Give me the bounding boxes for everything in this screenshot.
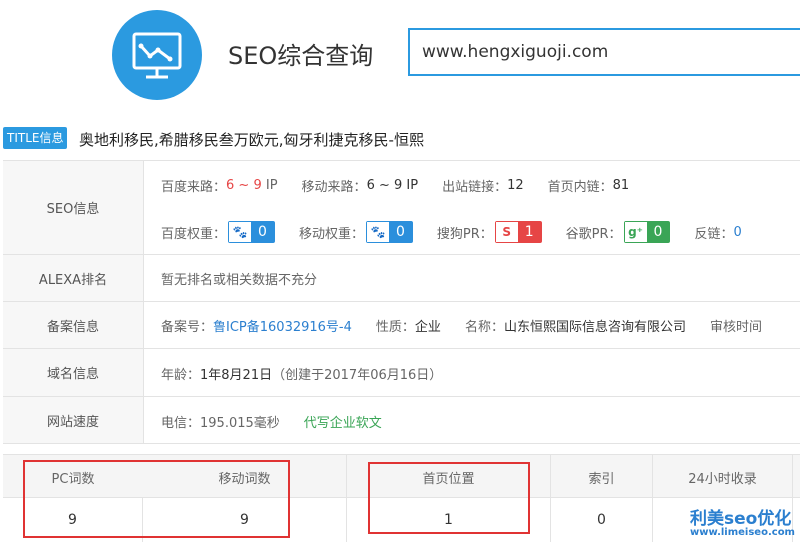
beian-nature-value: 企业 <box>414 319 441 335</box>
speed-line: 电信： 195.015毫秒 代写企业软文 <box>161 407 382 435</box>
paw-icon: 🐾 <box>366 222 389 242</box>
value-index: 0 <box>551 498 653 542</box>
telecom-label: 电信： <box>161 415 201 431</box>
telecom-value: 195.015毫秒 <box>200 415 280 431</box>
google-pr-label: 谷歌PR： <box>565 226 622 242</box>
alexa-row: ALEXA排名 暂无排名或相关数据不充分 <box>3 254 800 301</box>
search-input[interactable] <box>408 28 800 76</box>
domain-row: 域名信息 年龄： 1年8月21日 （创建于2017年06月16日） <box>3 348 800 396</box>
highlight-box-word-counts <box>23 460 290 538</box>
baidu-traffic-unit: IP <box>265 177 278 193</box>
domain-line: 年龄： 1年8月21日 （创建于2017年06月16日） <box>161 359 442 387</box>
sogou-pr-value: 1 <box>524 224 534 240</box>
beian-nature-label: 性质： <box>375 319 415 335</box>
beian-line: 备案号： 鲁ICP备16032916号-4 性质： 企业 名称： 山东恒熙国际信… <box>161 311 762 339</box>
google-plus-icon: g⁺ <box>624 222 647 242</box>
baidu-weight-value: 0 <box>258 224 267 240</box>
google-pr-value: 0 <box>653 224 663 240</box>
mobile-traffic-value: 6 ~ 9 IP <box>366 177 419 193</box>
outlinks-value: 12 <box>507 177 524 193</box>
domain-age-label: 年龄： <box>161 367 201 383</box>
row-label-beian: 备案信息 <box>3 302 144 348</box>
chart-monitor-icon <box>132 32 182 79</box>
header-index: 索引 <box>551 455 653 499</box>
baidu-traffic-label: 百度来路： <box>161 179 227 195</box>
mobile-weight-label: 移动权重： <box>298 226 364 242</box>
seo-info-table: SEO信息 百度来路： 6 ~ 9 IP 移动来路： 6 ~ 9 IP 出站链接… <box>3 160 800 444</box>
seo-info-row: SEO信息 百度来路： 6 ~ 9 IP 移动来路： 6 ~ 9 IP 出站链接… <box>3 160 800 254</box>
sogou-pr-badge[interactable]: S 1 <box>494 221 542 243</box>
baidu-weight-label: 百度权重： <box>161 226 227 242</box>
beian-row: 备案信息 备案号： 鲁ICP备16032916号-4 性质： 企业 名称： 山东… <box>3 301 800 348</box>
mobile-traffic-label: 移动来路： <box>301 179 367 195</box>
alexa-value: 暂无排名或相关数据不充分 <box>161 272 318 288</box>
beian-number-label: 备案号： <box>161 319 214 335</box>
ad-link[interactable]: 代写企业软文 <box>304 412 382 431</box>
sogou-s-icon: S <box>495 222 518 242</box>
inlinks-value: 81 <box>612 177 630 193</box>
beian-name-value: 山东恒熙国际信息咨询有限公司 <box>503 319 686 335</box>
title-info-badge: TITLE信息 <box>3 127 68 149</box>
mobile-weight-badge[interactable]: 🐾 0 <box>365 221 413 243</box>
inlinks-label: 首页内链： <box>547 179 613 195</box>
backlinks-label: 反链： <box>694 226 734 242</box>
site-logo <box>112 10 202 100</box>
mobile-weight-value: 0 <box>395 224 405 240</box>
beian-number-link[interactable]: 鲁ICP备16032916号-4 <box>213 316 352 335</box>
paw-icon: 🐾 <box>229 222 252 242</box>
site-title-text: 奥地利移民,希腊移民叁万欧元,匈牙利捷克移民-恒熙 <box>79 131 424 149</box>
domain-age-value: 1年8月21日 <box>200 367 273 383</box>
header-24h-indexed: 24小时收录 <box>653 455 793 499</box>
row-label-speed: 网站速度 <box>3 397 144 443</box>
row-label-domain: 域名信息 <box>3 349 144 396</box>
outlinks-label: 出站链接： <box>442 179 508 195</box>
seo-traffic-line: 百度来路： 6 ~ 9 IP 移动来路： 6 ~ 9 IP 出站链接： 12 首… <box>161 171 629 199</box>
google-pr-badge[interactable]: g⁺ 0 <box>623 221 671 243</box>
baidu-weight-badge[interactable]: 🐾 0 <box>228 221 275 243</box>
backlinks-value[interactable]: 0 <box>733 225 741 240</box>
row-label-alexa: ALEXA排名 <box>3 255 144 301</box>
beian-review-label: 审核时间 <box>709 319 762 335</box>
baidu-traffic-value: 6 ~ 9 <box>226 177 262 193</box>
seo-weight-line: 百度权重： 🐾 0 移动权重： 🐾 0 搜狗PR： S 1 谷歌PR： g⁺ 0 <box>161 218 742 246</box>
row-label-seo: SEO信息 <box>3 161 144 254</box>
sogou-pr-label: 搜狗PR： <box>436 226 493 242</box>
domain-created: （创建于2017年06月16日） <box>272 367 443 383</box>
watermark-text: 利美seo优化 <box>690 509 792 529</box>
highlight-box-home-position <box>368 462 530 534</box>
beian-name-label: 名称： <box>464 319 504 335</box>
page-title: SEO综合查询 <box>228 42 374 70</box>
watermark-url: www.limeiseo.com <box>690 527 795 538</box>
speed-row: 网站速度 电信： 195.015毫秒 代写企业软文 <box>3 396 800 444</box>
